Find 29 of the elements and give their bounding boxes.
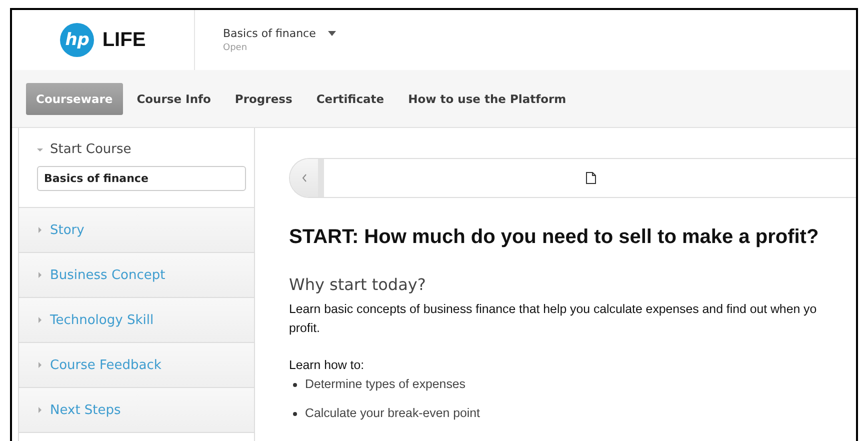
document-icon [586, 172, 596, 184]
chevron-left-icon [302, 174, 306, 182]
subsection-link[interactable]: Basics of finance [37, 166, 246, 191]
bullet-icon [293, 382, 297, 386]
collapsed-icon[interactable] [37, 317, 43, 323]
nav-tab[interactable]: How to use the Platform [398, 82, 576, 114]
course-status: Open [223, 43, 248, 53]
nav-tab[interactable]: Certificate [306, 82, 394, 114]
logo-name: LIFE [102, 28, 146, 52]
intro-text: profit. [289, 320, 321, 337]
collapsed-icon[interactable] [37, 272, 43, 278]
course-title[interactable]: Basics of finance [223, 27, 316, 40]
nav-tab[interactable]: Course Info [126, 82, 221, 114]
collapsed-icon[interactable] [37, 407, 43, 413]
logo-mark: hp [60, 23, 94, 57]
section-title[interactable]: Start Course [50, 142, 132, 157]
page-heading: START: How much do you need to sell to make a profit? [289, 226, 820, 249]
section-heading: Why start today? [289, 275, 427, 294]
caret-icon[interactable] [328, 31, 336, 36]
intro-text: Learn basic concepts of business finance that help you calculate expenses and find out when yo [289, 301, 818, 318]
expanded-icon[interactable] [37, 146, 43, 152]
list-item: Determine types of expenses [305, 376, 466, 393]
previous-button[interactable] [290, 159, 324, 197]
nav-tab[interactable]: Progress [224, 82, 302, 114]
list-title: Learn how to: [289, 357, 366, 374]
bullet-icon [293, 412, 297, 416]
list-item: Calculate your break-even point [305, 405, 480, 422]
collapsed-icon[interactable] [37, 227, 43, 233]
collapsed-icon[interactable] [37, 362, 43, 368]
